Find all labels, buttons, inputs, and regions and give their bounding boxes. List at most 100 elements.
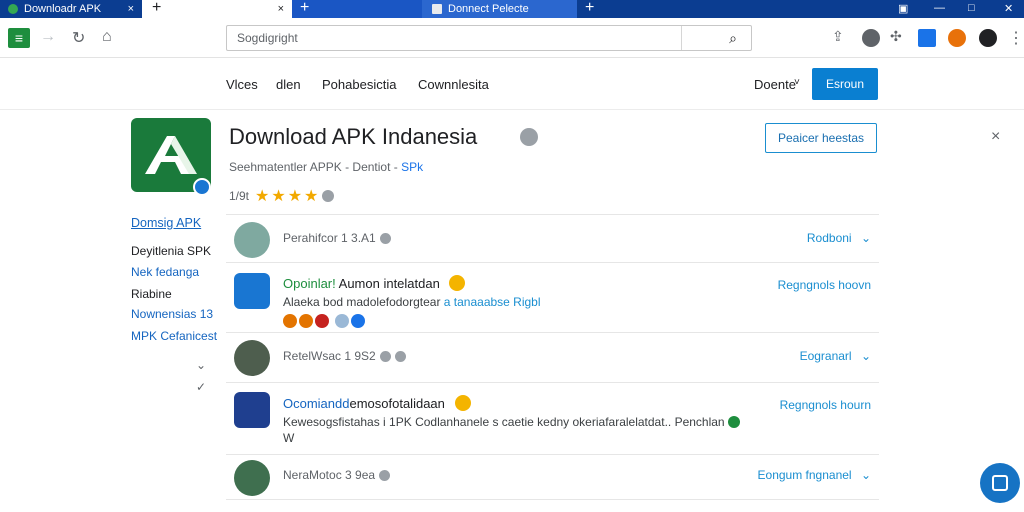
row-title[interactable]: Opoinlar! Aumon intelatdan — [283, 275, 466, 291]
row-action[interactable]: Regngnols hourn — [780, 398, 871, 412]
site-navigation: Vlces dlen Pohabesictia Cownnlesita Doen… — [0, 58, 1024, 110]
row-action[interactable]: Eogranarl ⌄ — [800, 349, 871, 363]
info-icon[interactable] — [322, 190, 335, 202]
list-item[interactable]: Ocomianddemosofotalidaan Kewesogsfistaha… — [226, 382, 879, 454]
app-subtitle: Seehmatentler APPK - Dentiot - SPk — [229, 160, 423, 174]
action-label: Rodboni — [806, 231, 852, 245]
home-icon[interactable]: ⌂ — [102, 28, 112, 46]
title-text: Aumon intelatdan — [335, 276, 440, 291]
title-highlight: Opoinlar! — [283, 276, 336, 291]
bookmark-icon[interactable] — [918, 29, 936, 47]
status-icon — [727, 416, 740, 428]
desc-link[interactable]: a tanaaabse Rigbl — [444, 295, 541, 309]
reload-icon[interactable]: ↻ — [72, 28, 85, 48]
star-icon: ★ — [304, 188, 319, 205]
verified-icon — [351, 314, 365, 328]
site-favicon-icon — [8, 4, 18, 14]
page-title: Download APK Indanesia — [229, 124, 478, 149]
row-meta: Perahifcor 1 3.A1 — [283, 231, 391, 245]
checkmark-icon[interactable]: ✓ — [196, 380, 206, 394]
forward-arrow-icon[interactable]: → — [40, 28, 56, 46]
desc-text: Alaeka bod madolefodorgtear — [283, 295, 444, 309]
chevron-down-icon[interactable]: ˅ — [794, 77, 800, 88]
search-icon[interactable]: ⌕ — [729, 26, 737, 50]
list-item[interactable]: NeraMotoc 3 9ea Eongum fngnanel ⌄ — [226, 454, 879, 500]
chat-icon — [992, 475, 1008, 491]
new-tab-plus-icon[interactable]: + — [300, 0, 309, 16]
meta-text: NeraMotoc 3 9ea — [283, 468, 376, 482]
reaction-icon — [315, 314, 329, 328]
nav-link-pohabesictia[interactable]: Pohabesictia — [322, 77, 396, 92]
chat-fab-button[interactable] — [980, 463, 1020, 503]
list-item[interactable]: Perahifcor 1 3.A1 Rodboni ⌄ — [226, 214, 879, 262]
list-item[interactable]: RetelWsac 1 9S2 Eogranarl ⌄ — [226, 332, 879, 382]
row-action[interactable]: Eongum fngnanel ⌄ — [758, 468, 871, 482]
star-icon: ★ — [271, 188, 286, 205]
tab-blank[interactable]: + — [292, 0, 422, 18]
tab-title: Donnect Pelecte — [448, 3, 529, 15]
subtitle-link[interactable]: SPk — [401, 160, 423, 174]
sidebar-item[interactable]: Nek fedanga — [131, 265, 199, 279]
action-button[interactable]: Peaicer heestas — [765, 123, 877, 153]
tab-donnect[interactable]: Donnect Pelecte — [422, 0, 577, 18]
puzzle-icon[interactable]: ✣ — [890, 28, 902, 45]
title-highlight: Ocomiandd — [283, 396, 350, 411]
row-action[interactable]: Regngnols hoovn — [778, 278, 871, 292]
sidebar-item[interactable]: Deyitlenia SPK — [131, 244, 211, 258]
desc-text-line2: W — [283, 431, 295, 445]
close-tab-icon[interactable]: × — [278, 3, 284, 15]
rating-label: 1/9t — [229, 189, 250, 203]
browser-toolbar: ≡ → ↻ ⌂ Sogdigright ⌕ ⇪ ✣ ⋮ — [0, 18, 1024, 58]
page-favicon-icon — [432, 4, 442, 14]
tab-strip: Downloadr APK × + × + Donnect Pelecte + … — [0, 0, 1024, 18]
avatar — [234, 222, 270, 258]
info-icon — [379, 469, 391, 481]
chevron-down-icon[interactable]: ⌄ — [196, 358, 206, 372]
app-icon — [234, 273, 270, 309]
new-tab-button[interactable]: + — [585, 0, 594, 16]
tab-active[interactable]: + × — [142, 0, 292, 18]
avatar — [234, 340, 270, 376]
subtitle-text: Seehmatentler APPK - Dentiot - — [229, 160, 402, 174]
title-text: emosofotalidaan — [349, 396, 445, 411]
list-item[interactable]: Opoinlar! Aumon intelatdan Alaeka bod ma… — [226, 262, 879, 332]
row-action[interactable]: Rodboni ⌄ — [807, 231, 871, 245]
tab-downloadr[interactable]: Downloadr APK × — [0, 0, 142, 18]
window-close-icon[interactable]: ✕ — [1004, 2, 1013, 15]
new-tab-plus-icon[interactable]: + — [152, 0, 161, 16]
close-icon[interactable]: × — [991, 128, 1000, 146]
row-title[interactable]: Ocomianddemosofotalidaan — [283, 395, 471, 411]
emoji-icon — [454, 395, 471, 411]
settings-icon[interactable] — [520, 128, 538, 146]
minimize-icon[interactable]: — — [934, 2, 945, 14]
action-label: Eogranarl — [799, 349, 852, 363]
sidebar-item[interactable]: MPK Cefanicest — [131, 329, 217, 343]
sidebar-heading[interactable]: Domsig APK — [131, 216, 201, 230]
nav-link-dlen[interactable]: dlen — [276, 77, 301, 92]
dropdown-doente[interactable]: Doente — [754, 77, 796, 92]
window-menu-icon[interactable]: ▣ — [898, 2, 908, 15]
primary-button[interactable]: Esroun — [812, 68, 878, 100]
info-icon — [379, 232, 391, 244]
row-meta: RetelWsac 1 9S2 — [283, 349, 406, 363]
extension-icon[interactable] — [862, 29, 880, 47]
maximize-icon[interactable]: □ — [968, 2, 975, 14]
app-rating: 1/9t ★ ★ ★ ★ — [229, 186, 335, 206]
row-description: Kewesogsfistahas i 1PK Codlanhanele s ca… — [283, 414, 783, 446]
menu-dots-icon[interactable]: ⋮ — [1008, 28, 1024, 48]
share-icon[interactable]: ⇪ — [832, 28, 844, 45]
app-logo-icon[interactable]: ≡ — [8, 28, 30, 48]
chevron-down-icon: ⌄ — [860, 468, 871, 482]
avatar-icon[interactable] — [979, 29, 997, 47]
sidebar-item[interactable]: Nownensias 13 — [131, 307, 213, 321]
address-text: Sogdigright — [237, 31, 298, 45]
sidebar-item[interactable]: Riabine — [131, 287, 172, 301]
address-bar[interactable]: Sogdigright ⌕ — [226, 25, 752, 51]
meta-text: Perahifcor 1 3.A1 — [283, 231, 376, 245]
nav-link-vlces[interactable]: Vlces — [226, 77, 258, 92]
nav-link-cownnlesita[interactable]: Cownnlesita — [418, 77, 489, 92]
close-tab-icon[interactable]: × — [128, 3, 134, 15]
chevron-down-icon: ⌄ — [860, 349, 871, 363]
profile-badge-icon[interactable] — [948, 29, 966, 47]
meta-text: RetelWsac 1 9S2 — [283, 349, 376, 363]
